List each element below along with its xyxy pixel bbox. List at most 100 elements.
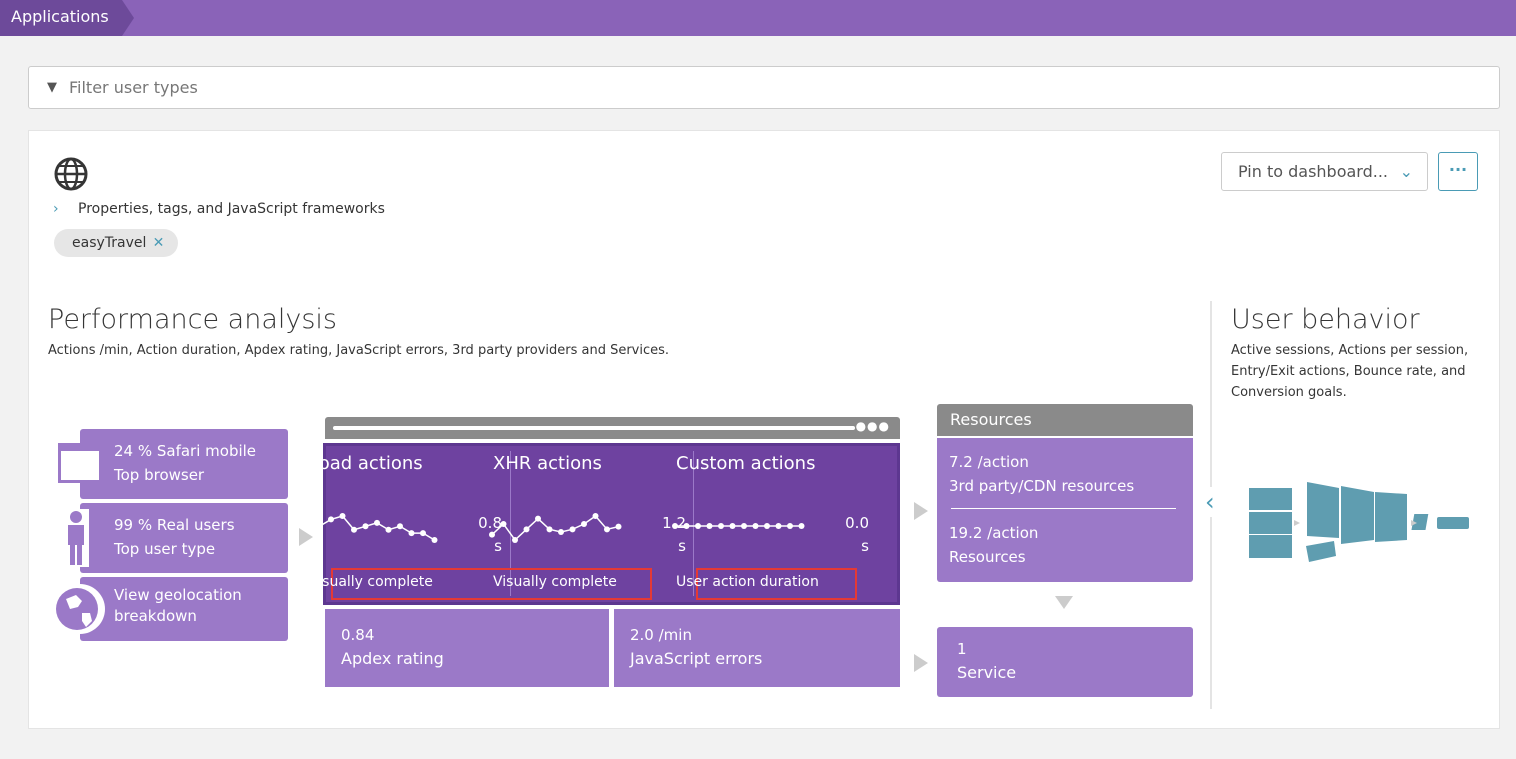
more-button[interactable]: ··· — [1438, 152, 1478, 191]
user-behavior-subtitle: Active sessions, Actions per session, En… — [1231, 343, 1469, 400]
arrow-right-icon — [914, 654, 928, 672]
sparkline-point — [374, 519, 380, 526]
chevron-down-icon: ⌄ — [1399, 162, 1413, 181]
user-behavior-funnel[interactable] — [1244, 476, 1474, 571]
resources-value: 19.2 /action — [949, 524, 1039, 542]
action-metric-label[interactable]: User action duration — [676, 574, 819, 590]
action-metric-label[interactable]: Visually complete — [493, 574, 617, 590]
sparkline-point — [706, 523, 713, 529]
pin-label: Pin to dashboard... — [1238, 162, 1389, 181]
chevron-right-icon[interactable]: › — [53, 201, 59, 217]
sparkline-point — [546, 526, 553, 533]
sparkline-point — [615, 523, 622, 530]
sparkline-point — [339, 513, 346, 519]
sparkline-point — [592, 513, 599, 519]
service-tile[interactable]: 1 Service — [937, 627, 1193, 697]
js-errors-value: 2.0 /min — [630, 626, 692, 644]
action-title[interactable]: Custom actions — [676, 453, 815, 474]
tag-chip: easyTravel ✕ — [54, 229, 179, 257]
sparkline-point — [741, 523, 747, 529]
user-behavior-title: User behavior — [1231, 304, 1420, 335]
sparkline-point — [798, 523, 805, 529]
sparkline-point — [764, 523, 770, 529]
service-label: Service — [957, 663, 1017, 682]
action-title[interactable]: XHR actions — [493, 453, 602, 474]
breadcrumb-applications[interactable]: Applications — [0, 0, 134, 36]
service-value: 1 — [957, 640, 967, 658]
dots-icon: ●●● — [855, 419, 890, 433]
action-title[interactable]: Load actions — [309, 453, 423, 474]
sparkline-point — [558, 529, 564, 535]
browser-frame: ●●● — [325, 417, 900, 439]
tile-value: 24 % Safari mobile — [114, 442, 257, 460]
sparkline-point — [420, 530, 426, 537]
properties-link[interactable]: Properties, tags, and JavaScript framewo… — [78, 199, 385, 220]
filter-input[interactable]: ▼ Filter user types — [28, 66, 1500, 109]
arrow-right-icon — [914, 502, 928, 520]
sparkline-point — [489, 531, 495, 538]
top-user-type-tile[interactable]: 99 % Real users Top user type — [80, 503, 288, 573]
pin-to-dashboard-dropdown[interactable]: Pin to dashboard... ⌄ — [1221, 152, 1428, 191]
sparkline-point — [385, 526, 392, 533]
sparkline-point — [775, 523, 782, 529]
sparkline-line — [307, 515, 435, 541]
tile-value: 99 % Real users — [114, 516, 235, 534]
globe-icon — [54, 157, 88, 191]
sparkline-point — [512, 537, 518, 543]
sparkline-point — [328, 516, 334, 523]
arrow-down-icon — [1055, 596, 1073, 609]
apdex-tile[interactable]: 0.84 Apdex rating — [325, 609, 609, 687]
sparkline-line — [491, 514, 619, 542]
sparkline-point — [569, 526, 576, 533]
top-browser-tile[interactable]: 24 % Safari mobile Top browser — [80, 429, 288, 499]
application-card: › Properties, tags, and JavaScript frame… — [28, 130, 1500, 729]
resources-tile[interactable]: 7.2 /action 3rd party/CDN resources 19.2… — [937, 438, 1193, 582]
action-unit: s — [861, 537, 869, 555]
geolocation-tile[interactable]: View geolocation breakdown — [80, 577, 288, 641]
sparkline-point — [718, 523, 724, 529]
js-errors-label: JavaScript errors — [630, 649, 763, 668]
sparkline-point — [316, 523, 323, 530]
sparkline — [672, 523, 805, 529]
tile-label: Top user type — [114, 540, 216, 558]
sparkline-point — [752, 523, 759, 529]
third-party-label: 3rd party/CDN resources — [949, 477, 1135, 495]
sparkline-point — [535, 515, 541, 522]
third-party-value: 7.2 /action — [949, 453, 1029, 471]
top-bar: Applications — [0, 0, 1516, 36]
performance-subtitle: Actions /min, Action duration, Apdex rat… — [48, 343, 670, 358]
apdex-label: Apdex rating — [341, 649, 444, 668]
sparkline-point — [397, 523, 403, 530]
performance-title: Performance analysis — [48, 304, 337, 335]
sparkline-point — [351, 526, 357, 533]
collapse-chevron-icon[interactable]: ‹ — [1203, 487, 1217, 517]
remove-tag-icon[interactable]: ✕ — [153, 229, 165, 257]
tile-label: breakdown — [114, 607, 197, 625]
sparkline-point — [787, 523, 793, 529]
javascript-errors-tile[interactable]: 2.0 /min JavaScript errors — [614, 609, 900, 687]
sparkline-point — [729, 523, 736, 529]
filter-icon: ▼ — [47, 80, 57, 95]
sparkline — [305, 513, 438, 543]
sparkline-point — [695, 523, 701, 529]
tile-value: View geolocation — [114, 586, 242, 604]
sparkline-point — [500, 521, 507, 527]
action-value: 0.0 — [845, 514, 869, 532]
user-icon — [63, 509, 89, 567]
action-metric-label[interactable]: Visually complete — [309, 574, 433, 590]
sparkline-point — [604, 526, 610, 533]
sparkline-point — [523, 526, 530, 533]
sparkline-point — [672, 523, 678, 529]
filter-placeholder: Filter user types — [69, 78, 198, 97]
apdex-value: 0.84 — [341, 626, 375, 644]
sparkline — [489, 513, 622, 543]
sparkline-point — [408, 530, 415, 537]
tag-label: easyTravel — [72, 235, 147, 251]
globe-icon — [55, 584, 105, 634]
resources-header: Resources — [937, 404, 1193, 436]
sparkline-point — [431, 537, 438, 543]
tile-label: Top browser — [114, 466, 205, 484]
browser-icon — [58, 443, 102, 483]
resources-label: Resources — [949, 548, 1026, 566]
sparkline-point — [362, 523, 369, 530]
